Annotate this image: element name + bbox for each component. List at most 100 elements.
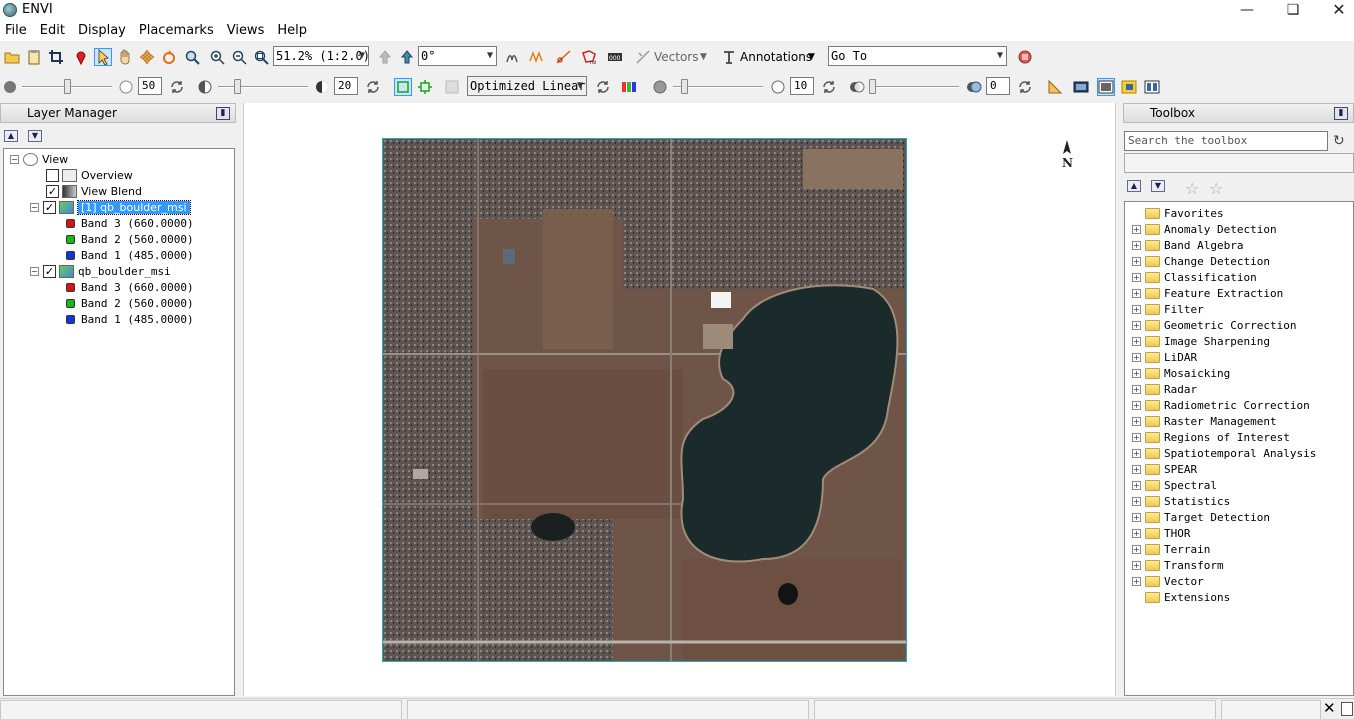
rotate-north-up-icon[interactable] (376, 48, 394, 66)
collapse-icon[interactable]: − (30, 202, 39, 212)
toolbox-item[interactable]: + Target Detection (1132, 509, 1270, 525)
portal-icon[interactable] (1120, 78, 1138, 96)
expand-icon[interactable]: + (1132, 240, 1141, 250)
expand-icon[interactable]: + (1132, 496, 1141, 506)
goto-combo[interactable]: Go To ▼ (828, 46, 1007, 66)
layer2-checkbox[interactable]: ✓ (43, 264, 56, 278)
expand-icon[interactable]: + (1132, 320, 1141, 330)
expand-icon[interactable]: + (1132, 576, 1141, 586)
toolbox-item[interactable]: + Radar (1132, 381, 1197, 397)
zoom-full-extent-icon[interactable] (252, 48, 270, 66)
reset-contrast-icon[interactable] (364, 78, 382, 96)
sharpen-value-field[interactable]: 10 (790, 77, 814, 95)
toolbox-item[interactable]: Extensions (1132, 589, 1230, 605)
contrast-slider-thumb[interactable] (234, 79, 241, 94)
zoom-out-icon[interactable] (230, 48, 248, 66)
menu-placemarks[interactable]: Placemarks (134, 23, 219, 38)
dock-pin-icon[interactable]: ▮ (1334, 107, 1348, 120)
remove-favorite-star-icon[interactable]: ☆ (1209, 179, 1223, 198)
zoom-tool-icon[interactable] (183, 48, 201, 66)
tree-node-layer2[interactable]: − ✓ qb_boulder_msi (30, 263, 171, 279)
view-layout-split-icon[interactable] (1143, 78, 1161, 96)
crosshairs-icon[interactable] (555, 48, 573, 66)
close-status-icon[interactable]: ✕ (1323, 701, 1336, 716)
measure-icon[interactable] (1046, 78, 1064, 96)
expand-icon[interactable]: + (1132, 560, 1141, 570)
toolbox-search-input[interactable]: Search the toolbox (1124, 131, 1328, 151)
toolbox-item[interactable]: Favorites (1132, 205, 1224, 221)
tree-node-layer1-band3[interactable]: Band 3 (660.0000) (66, 215, 194, 231)
fly-pan-icon[interactable] (138, 48, 156, 66)
collapse-all-icon[interactable]: ▲ (1127, 180, 1141, 192)
transparency-slider-track[interactable] (869, 86, 959, 88)
menu-display[interactable]: Display (73, 23, 131, 38)
expand-icon[interactable]: + (1132, 528, 1141, 538)
sharpen-slider-thumb[interactable] (681, 79, 688, 94)
expand-icon[interactable]: + (1132, 288, 1141, 298)
dock-pin-icon[interactable]: ▮ (216, 107, 230, 120)
zoom-in-icon[interactable] (208, 48, 226, 66)
chip-view-icon[interactable] (1072, 78, 1090, 96)
expand-icon[interactable]: + (1132, 384, 1141, 394)
satellite-image[interactable] (382, 138, 907, 662)
expand-icon[interactable]: + (1132, 400, 1141, 410)
stretch-view-icon[interactable] (416, 78, 434, 96)
toolbox-item[interactable]: + Spectral (1132, 477, 1217, 493)
tree-node-layer2-band3[interactable]: Band 3 (660.0000) (66, 279, 194, 295)
menu-help[interactable]: Help (272, 23, 312, 38)
rotate-icon[interactable] (160, 48, 178, 66)
fly-tool-icon[interactable] (503, 48, 521, 66)
toolbox-item[interactable]: + Feature Extraction (1132, 285, 1283, 301)
reset-sharpen-icon[interactable] (820, 78, 838, 96)
toolbox-item[interactable]: + THOR (1132, 525, 1191, 541)
brightness-slider-thumb[interactable] (64, 79, 71, 94)
layer1-checkbox[interactable]: ✓ (43, 200, 56, 214)
expand-icon[interactable]: + (1132, 256, 1141, 266)
menu-file[interactable]: File (0, 23, 32, 38)
expand-icon[interactable]: + (1132, 512, 1141, 522)
contrast-slider-track[interactable] (218, 86, 308, 88)
overview-checkbox[interactable] (46, 168, 59, 182)
reset-transparency-icon[interactable] (1016, 78, 1034, 96)
move-layer-down-icon[interactable]: ▼ (28, 130, 42, 142)
toolbox-item[interactable]: + Transform (1132, 557, 1224, 573)
tree-node-layer1-band2[interactable]: Band 2 (560.0000) (66, 231, 194, 247)
tree-node-layer1-band1[interactable]: Band 1 (485.0000) (66, 247, 194, 263)
view-blend-checkbox[interactable]: ✓ (46, 184, 59, 198)
toolbox-item[interactable]: + Regions of Interest (1132, 429, 1290, 445)
tree-node-overview[interactable]: Overview (46, 167, 133, 183)
open-file-icon[interactable] (3, 48, 21, 66)
toolbox-item[interactable]: + Statistics (1132, 493, 1230, 509)
image-display-area[interactable]: N (243, 103, 1116, 696)
expand-icon[interactable]: + (1132, 272, 1141, 282)
move-layer-up-icon[interactable]: ▲ (4, 130, 18, 142)
expand-icon[interactable]: + (1132, 336, 1141, 346)
expand-icon[interactable]: + (1132, 368, 1141, 378)
menu-edit[interactable]: Edit (35, 23, 70, 38)
refresh-icon[interactable]: ↻ (1333, 133, 1349, 149)
toolbox-item[interactable]: + Terrain (1132, 541, 1210, 557)
expand-icon[interactable]: + (1132, 464, 1141, 474)
collapse-icon[interactable]: − (10, 154, 19, 164)
toolbox-item[interactable]: + SPEAR (1132, 461, 1197, 477)
expand-icon[interactable]: + (1132, 352, 1141, 362)
toolbox-item[interactable]: + Spatiotemporal Analysis (1132, 445, 1316, 461)
expand-icon[interactable]: + (1132, 224, 1141, 234)
status-panel-icon[interactable] (1341, 702, 1353, 716)
toolbox-item[interactable]: + Classification (1132, 269, 1257, 285)
vectors-dropdown[interactable]: Vectors (654, 50, 699, 64)
view-layout-single-icon[interactable] (1097, 78, 1115, 96)
close-button[interactable]: ✕ (1316, 0, 1354, 19)
cursor-value-icon[interactable]: 000 (606, 48, 624, 66)
rotation-combo[interactable]: 0° ▼ (418, 46, 497, 66)
tree-node-layer2-band1[interactable]: Band 1 (485.0000) (66, 311, 194, 327)
tree-node-view-blend[interactable]: ✓ View Blend (46, 183, 142, 199)
expand-icon[interactable]: + (1132, 448, 1141, 458)
annotations-dropdown[interactable]: Annotations (740, 50, 812, 64)
zoom-level-combo[interactable]: 51.2% (1:2.0) ▼ (273, 46, 369, 66)
expand-all-icon[interactable]: ▼ (1151, 180, 1165, 192)
transparency-value-field[interactable]: 0 (986, 77, 1010, 95)
toolbox-item[interactable]: + Mosaicking (1132, 365, 1230, 381)
toolbox-item[interactable]: + Anomaly Detection (1132, 221, 1277, 237)
transparency-slider-thumb[interactable] (869, 79, 876, 94)
